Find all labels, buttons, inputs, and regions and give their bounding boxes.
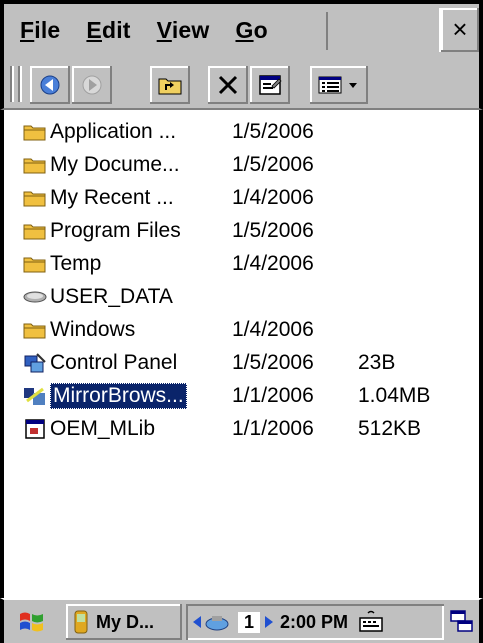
- file-date: 1/5/2006: [232, 219, 314, 242]
- file-date: 1/1/2006: [232, 417, 314, 440]
- menu-edit-mnemonic: E: [86, 16, 102, 43]
- file-date: 1/4/2006: [232, 318, 314, 341]
- forward-button[interactable]: [72, 66, 112, 104]
- file-date: 1/1/2006: [232, 384, 314, 407]
- keyboard-icon[interactable]: [358, 610, 384, 634]
- delete-button[interactable]: [208, 66, 248, 104]
- system-tray: 1 2:00 PM: [186, 604, 444, 640]
- taskbar-app-label: My D...: [96, 611, 155, 632]
- menu-file-mnemonic: F: [20, 16, 35, 43]
- file-size: 23B: [358, 351, 396, 374]
- file-date: 1/5/2006: [232, 351, 314, 374]
- file-date: 1/5/2006: [232, 120, 314, 143]
- close-icon: ×: [452, 14, 468, 44]
- back-icon: [40, 75, 60, 95]
- properties-button[interactable]: [250, 66, 290, 104]
- file-name: USER_DATA: [50, 285, 173, 308]
- network-icon[interactable]: [204, 612, 230, 632]
- file-name: My Docume...: [50, 153, 180, 176]
- menu-items: File Edit View Go: [8, 10, 282, 50]
- menu-go-mnemonic: G: [235, 16, 254, 43]
- menu-file-label: ile: [34, 16, 61, 43]
- desktop-toggle-button[interactable]: [445, 604, 479, 640]
- mirror-app-icon: [22, 384, 48, 408]
- menu-edit[interactable]: Edit: [86, 17, 130, 44]
- folder-icon: [22, 252, 48, 276]
- list-item[interactable]: Control Panel 1/5/2006 23B: [22, 347, 395, 379]
- windows-flag-icon: [20, 612, 43, 632]
- close-button[interactable]: ×: [439, 8, 479, 52]
- up-folder-button[interactable]: [150, 66, 190, 104]
- properties-icon: [259, 75, 282, 95]
- next-page-icon[interactable]: [264, 615, 274, 629]
- taskbar: My D... 1 2:00 PM: [0, 598, 483, 643]
- folder-icon: [22, 186, 48, 210]
- up-folder-icon: [158, 78, 182, 95]
- menu-go[interactable]: Go: [235, 17, 267, 44]
- taskbar-app-button[interactable]: My D...: [66, 604, 182, 640]
- list-item[interactable]: OEM_MLib 1/1/2006 512KB: [22, 413, 421, 445]
- clock[interactable]: 2:00 PM: [280, 612, 348, 633]
- folder-icon: [22, 318, 48, 342]
- file-size: 512KB: [358, 417, 422, 440]
- list-item[interactable]: Temp 1/4/2006: [22, 248, 314, 280]
- file-name: Control Panel: [50, 351, 178, 374]
- file-date: 1/4/2006: [232, 186, 314, 209]
- file-name: Windows: [50, 318, 136, 341]
- menu-view[interactable]: View: [157, 17, 210, 44]
- control-panel-icon: [22, 351, 48, 375]
- file-name: Temp: [50, 252, 102, 275]
- file-name: Program Files: [50, 219, 181, 242]
- toolbar: [0, 58, 483, 110]
- list-item[interactable]: Windows 1/4/2006: [22, 314, 314, 346]
- exe-icon: [22, 417, 48, 441]
- file-size: 1.04MB: [358, 384, 431, 407]
- back-button[interactable]: [30, 66, 70, 104]
- list-item[interactable]: My Recent ... 1/4/2006: [22, 182, 314, 214]
- menu-edit-label: dit: [101, 16, 131, 43]
- forward-icon: [82, 75, 102, 95]
- menu-file[interactable]: File: [20, 17, 60, 44]
- delete-icon: [218, 75, 238, 95]
- drive-icon: [22, 285, 48, 309]
- handheld-icon: [74, 610, 88, 634]
- menu-go-label: o: [253, 16, 268, 43]
- menu-view-label: iew: [171, 16, 210, 43]
- view-menu-icon: [318, 76, 357, 94]
- list-item[interactable]: Application ... 1/5/2006: [22, 116, 314, 148]
- folder-icon: [22, 120, 48, 144]
- menubar-divider: [326, 12, 328, 50]
- folder-icon: [22, 219, 48, 243]
- file-date: 1/4/2006: [232, 252, 314, 275]
- list-item[interactable]: USER_DATA: [22, 281, 250, 313]
- file-name: OEM_MLib: [50, 417, 156, 440]
- start-button[interactable]: [12, 604, 52, 640]
- toolbar-grip-2: [18, 66, 22, 102]
- list-item[interactable]: My Docume... 1/5/2006: [22, 149, 314, 181]
- file-date: 1/5/2006: [232, 153, 314, 176]
- prev-page-icon[interactable]: [192, 615, 202, 629]
- list-item-selected[interactable]: MirrorBrows... 1/1/2006 1.04MB: [22, 380, 430, 412]
- list-item[interactable]: Program Files 1/5/2006: [22, 215, 314, 247]
- chevron-down-icon: [349, 83, 357, 88]
- file-list: Application ... 1/5/2006 My Docume... 1/…: [0, 110, 483, 598]
- page-number: 1: [238, 611, 261, 633]
- windows-stack-icon: [450, 610, 473, 632]
- folder-icon: [22, 153, 48, 177]
- toolbar-grip[interactable]: [10, 66, 14, 102]
- file-name: Application ...: [50, 120, 177, 143]
- menu-bar: File Edit View Go ×: [0, 0, 483, 58]
- file-name: My Recent ...: [50, 186, 174, 209]
- file-name: MirrorBrows...: [50, 383, 187, 409]
- view-menu-button[interactable]: [310, 66, 368, 104]
- menu-view-mnemonic: V: [156, 16, 172, 43]
